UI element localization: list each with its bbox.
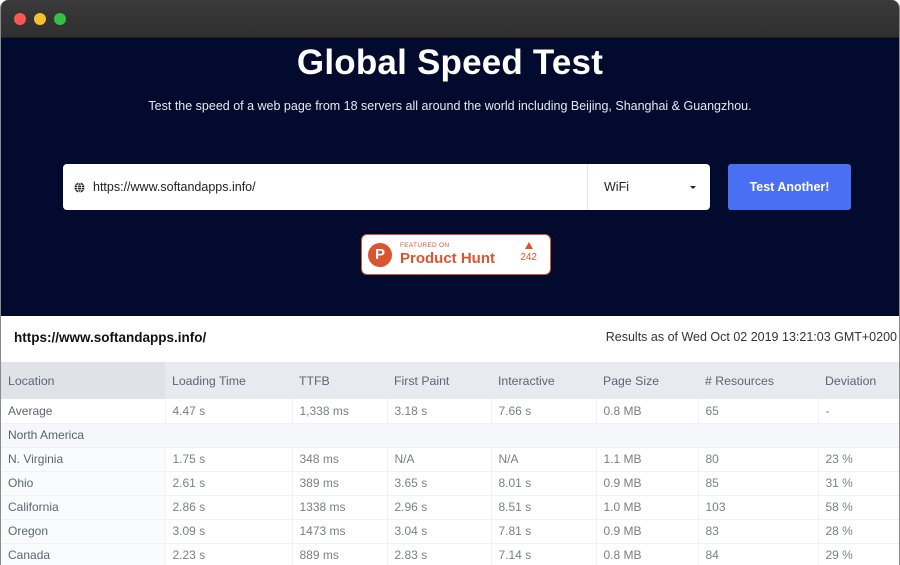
table-cell: 3.18 s: [386, 399, 491, 424]
table-row: N. Virginia 1.75 s 348 ms N/A N/A 1.1 MB…: [1, 447, 899, 472]
table-row: California 2.86 s 1338 ms 2.96 s 8.51 s …: [1, 495, 899, 520]
table-cell: 3.09 s: [164, 519, 292, 544]
table-cell: N. Virginia: [1, 447, 165, 472]
upvote-count: 242: [520, 242, 537, 263]
results-section: https://www.softandapps.info/ Results as…: [1, 316, 899, 565]
table-cell: N/A: [490, 447, 596, 472]
column-header-deviation[interactable]: Deviation: [818, 362, 899, 399]
table-cell: 28 %: [817, 519, 899, 544]
table-cell: 31 %: [817, 471, 899, 496]
product-hunt-badge[interactable]: P FEATURED ON Product Hunt 242: [361, 234, 551, 275]
upvote-arrow-icon: [524, 242, 533, 249]
browser-window: Global Speed Test Test the speed of a we…: [0, 0, 900, 565]
column-header-page-size[interactable]: Page Size: [596, 362, 698, 399]
table-cell: 4.47 s: [164, 399, 292, 424]
table-cell: 2.83 s: [386, 543, 491, 565]
url-input[interactable]: [93, 164, 587, 210]
table-cell: Average: [1, 399, 165, 424]
table-cell: 1473 ms: [291, 519, 387, 544]
table-cell: 29 %: [817, 543, 899, 565]
table-cell: 389 ms: [291, 471, 387, 496]
page-subtitle: Test the speed of a web page from 18 ser…: [148, 99, 752, 113]
table-cell: -: [817, 399, 899, 424]
table-cell: 80: [697, 447, 818, 472]
product-hunt-logo-icon: P: [368, 242, 392, 267]
table-cell: 889 ms: [291, 543, 387, 565]
table-cell: 348 ms: [291, 447, 387, 472]
table-cell: 1.0 MB: [595, 495, 698, 520]
connection-type-value: WiFi: [604, 180, 629, 194]
url-search-bar: WiFi: [63, 164, 710, 210]
table-cell: 0.8 MB: [595, 399, 698, 424]
product-hunt-name: Product Hunt: [400, 250, 495, 267]
table-cell: 8.51 s: [490, 495, 596, 520]
column-header-ttfb[interactable]: TTFB: [292, 362, 387, 399]
table-cell: 1.1 MB: [595, 447, 698, 472]
group-row-north-america: North America: [1, 423, 899, 448]
table-cell: 1338 ms: [291, 495, 387, 520]
table-header-row: Location Loading Time TTFB First Paint I…: [1, 362, 899, 399]
table-cell: 3.65 s: [386, 471, 491, 496]
table-cell: 2.86 s: [164, 495, 292, 520]
table-cell: 0.9 MB: [595, 519, 698, 544]
results-header: https://www.softandapps.info/ Results as…: [1, 316, 899, 362]
table-cell: 3.04 s: [386, 519, 491, 544]
results-table: Location Loading Time TTFB First Paint I…: [1, 362, 899, 565]
hero-section: Global Speed Test Test the speed of a we…: [1, 38, 899, 316]
page-title: Global Speed Test: [296, 43, 604, 82]
close-window-button[interactable]: [14, 13, 26, 25]
featured-on-label: FEATURED ON: [400, 242, 450, 249]
table-cell: Oregon: [1, 519, 165, 544]
table-cell: 23 %: [817, 447, 899, 472]
table-cell: 85: [697, 471, 818, 496]
table-cell: N/A: [386, 447, 491, 472]
table-cell: 0.8 MB: [595, 543, 698, 565]
table-cell: 103: [697, 495, 818, 520]
column-header-first-paint[interactable]: First Paint: [387, 362, 491, 399]
table-cell: 58 %: [817, 495, 899, 520]
results-timestamp: Results as of Wed Oct 02 2019 13:21:03 G…: [605, 330, 897, 344]
column-header-loading-time[interactable]: Loading Time: [165, 362, 292, 399]
table-cell: 7.14 s: [490, 543, 596, 565]
table-row: Canada 2.23 s 889 ms 2.83 s 7.14 s 0.8 M…: [1, 543, 899, 565]
table-cell: 65: [697, 399, 818, 424]
test-another-button[interactable]: Test Another!: [728, 164, 851, 210]
maximize-window-button[interactable]: [54, 13, 66, 25]
globe-icon: [74, 181, 85, 193]
table-cell: 2.61 s: [164, 471, 292, 496]
table-row: Oregon 3.09 s 1473 ms 3.04 s 7.81 s 0.9 …: [1, 519, 899, 544]
minimize-window-button[interactable]: [34, 13, 46, 25]
table-row: Ohio 2.61 s 389 ms 3.65 s 8.01 s 0.9 MB …: [1, 471, 899, 496]
table-cell: 84: [697, 543, 818, 565]
table-cell: 2.96 s: [386, 495, 491, 520]
caret-down-icon: [690, 185, 696, 189]
results-url: https://www.softandapps.info/: [14, 330, 207, 345]
table-cell: 7.81 s: [490, 519, 596, 544]
table-cell: 83: [697, 519, 818, 544]
average-row: Average 4.47 s 1,338 ms 3.18 s 7.66 s 0.…: [1, 399, 899, 424]
group-label: North America: [1, 423, 899, 448]
table-cell: 7.66 s: [490, 399, 596, 424]
connection-type-select[interactable]: WiFi: [587, 164, 710, 210]
table-cell: Ohio: [1, 471, 165, 496]
column-header-interactive[interactable]: Interactive: [491, 362, 596, 399]
vote-count: 242: [520, 252, 537, 263]
table-cell: 0.9 MB: [595, 471, 698, 496]
table-cell: 1,338 ms: [291, 399, 387, 424]
column-header-resources[interactable]: # Resources: [698, 362, 818, 399]
title-bar: [1, 0, 899, 38]
table-cell: 1.75 s: [164, 447, 292, 472]
table-cell: 8.01 s: [490, 471, 596, 496]
column-header-location[interactable]: Location: [1, 362, 165, 399]
table-cell: 2.23 s: [164, 543, 292, 565]
table-cell: California: [1, 495, 165, 520]
table-cell: Canada: [1, 543, 165, 565]
